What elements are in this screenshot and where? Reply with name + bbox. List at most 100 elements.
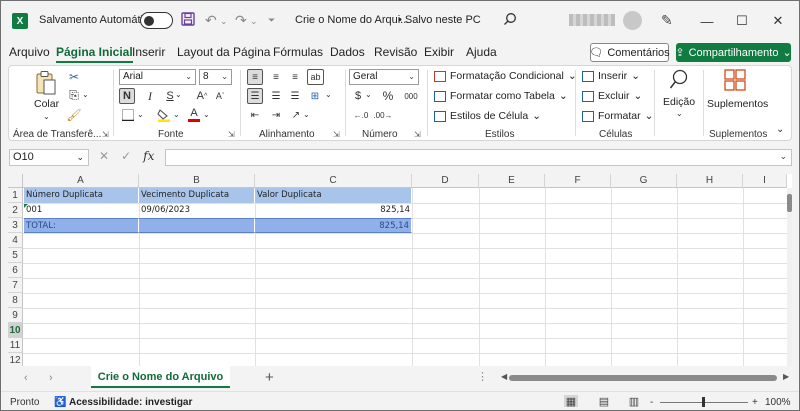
cell-c2[interactable]: 825,14 bbox=[255, 203, 412, 218]
add-sheet-button[interactable]: + bbox=[265, 369, 274, 386]
vertical-scroll-thumb[interactable] bbox=[787, 194, 792, 212]
more-options-icon[interactable]: ⋮ bbox=[477, 370, 488, 383]
number-launcher-icon[interactable]: ⇲ bbox=[414, 130, 421, 139]
expand-formula-icon[interactable]: ⌄ bbox=[779, 151, 787, 162]
paste-label[interactable]: Colar bbox=[34, 98, 59, 110]
zoom-in-button[interactable]: + bbox=[752, 397, 758, 408]
currency-dropdown-icon[interactable]: ⌄ bbox=[365, 90, 372, 99]
column-header-e[interactable]: E bbox=[479, 174, 545, 188]
tab-layout[interactable]: Layout da Página bbox=[177, 45, 270, 59]
row-header[interactable]: 2 bbox=[8, 203, 23, 218]
bold-button[interactable]: N bbox=[119, 88, 135, 104]
cell-b3[interactable] bbox=[139, 218, 255, 233]
autosave-toggle[interactable] bbox=[140, 12, 173, 29]
row-header[interactable]: 1 bbox=[8, 188, 23, 203]
fill-color-icon[interactable] bbox=[157, 108, 171, 122]
copy-icon[interactable]: ⎘ bbox=[67, 88, 81, 102]
column-header-b[interactable]: B bbox=[139, 174, 255, 188]
enter-icon[interactable]: ✓ bbox=[121, 149, 131, 163]
copy-dropdown-icon[interactable]: ⌄ bbox=[82, 90, 89, 99]
cell-a1[interactable]: Número Duplicata bbox=[24, 188, 139, 203]
font-color-dropdown-icon[interactable]: ⌄ bbox=[203, 110, 210, 119]
column-header-c[interactable]: C bbox=[255, 174, 412, 188]
row-header[interactable]: 5 bbox=[8, 248, 23, 263]
row-header[interactable]: 8 bbox=[8, 293, 23, 308]
addins-label[interactable]: Suplementos bbox=[707, 98, 768, 110]
zoom-out-button[interactable]: - bbox=[650, 397, 653, 408]
font-color-icon[interactable]: A bbox=[187, 107, 201, 122]
row-header[interactable]: 3 bbox=[8, 218, 23, 233]
cancel-icon[interactable]: ✕ bbox=[99, 149, 109, 163]
orientation-dropdown-icon[interactable]: ⌄ bbox=[303, 110, 310, 119]
cell-b2[interactable]: 09/06/2023 bbox=[139, 203, 255, 218]
align-left-icon[interactable]: ☰ bbox=[247, 88, 263, 104]
collapse-ribbon-icon[interactable]: ⌄ bbox=[776, 124, 784, 135]
row-header[interactable]: 11 bbox=[8, 338, 23, 353]
select-all-corner[interactable] bbox=[8, 174, 23, 188]
cell-a3[interactable]: TOTAL: bbox=[24, 218, 139, 233]
align-bottom-icon[interactable]: ≡ bbox=[287, 69, 303, 85]
tab-inserir[interactable]: Inserir bbox=[132, 45, 165, 59]
editing-label[interactable]: Edição bbox=[663, 96, 695, 108]
underline-dropdown-icon[interactable]: ⌄ bbox=[175, 90, 182, 99]
format-cells-button[interactable]: Formatar ⌄ bbox=[582, 110, 653, 122]
tab-arquivo[interactable]: Arquivo bbox=[9, 45, 50, 59]
tab-ajuda[interactable]: Ajuda bbox=[466, 45, 497, 59]
search-icon[interactable] bbox=[503, 12, 517, 26]
cell-c3[interactable]: 825,14 bbox=[255, 218, 412, 233]
save-icon[interactable] bbox=[181, 12, 195, 26]
increase-indent-icon[interactable]: ⇥ bbox=[268, 107, 284, 123]
accessibility-icon[interactable]: ♿ bbox=[54, 397, 66, 408]
percent-icon[interactable]: % bbox=[381, 88, 395, 104]
undo-dropdown-icon[interactable]: ⌄ bbox=[220, 16, 228, 27]
cut-icon[interactable]: ✂ bbox=[67, 70, 81, 84]
zoom-slider-thumb[interactable] bbox=[702, 397, 705, 407]
borders-dropdown-icon[interactable]: ⌄ bbox=[137, 110, 144, 119]
merge-dropdown-icon[interactable]: ⌄ bbox=[325, 90, 332, 99]
grow-font-button[interactable]: A ^ bbox=[195, 88, 209, 104]
undo-icon[interactable]: ↶ bbox=[205, 12, 217, 29]
font-name-select[interactable]: Arial ⌄ bbox=[119, 69, 196, 85]
sheet-tab-active[interactable]: Crie o Nome do Arquivo bbox=[91, 366, 230, 388]
cell-c1[interactable]: Valor Duplicata bbox=[255, 188, 412, 203]
addins-icon[interactable] bbox=[724, 69, 746, 91]
page-break-view-icon[interactable]: ▥ bbox=[627, 395, 641, 408]
pen-icon[interactable]: ✎ bbox=[661, 12, 673, 29]
maximize-button[interactable]: ☐ bbox=[726, 11, 758, 31]
column-header-a[interactable]: A bbox=[23, 174, 139, 188]
share-button[interactable]: ⇪ Compartilhamento ⌄ bbox=[675, 43, 792, 62]
format-as-table-button[interactable]: Formatar como Tabela ⌄ bbox=[434, 90, 568, 102]
column-header-d[interactable]: D bbox=[412, 174, 479, 188]
delete-cells-button[interactable]: Excluir ⌄ bbox=[582, 90, 642, 102]
comments-button[interactable]: 🗨 Comentários bbox=[589, 43, 670, 62]
next-sheet-icon[interactable]: › bbox=[49, 372, 53, 384]
vertical-scrollbar[interactable] bbox=[787, 188, 792, 366]
align-middle-icon[interactable]: ≡ bbox=[268, 69, 284, 85]
row-header-selected[interactable]: 10 bbox=[8, 323, 23, 338]
clipboard-launcher-icon[interactable]: ⇲ bbox=[102, 130, 109, 139]
wrap-text-icon[interactable]: ab bbox=[307, 69, 324, 85]
tab-formulas[interactable]: Fórmulas bbox=[273, 45, 323, 59]
thousands-separator-icon[interactable]: 000 bbox=[403, 88, 419, 104]
align-top-icon[interactable]: ≡ bbox=[247, 69, 263, 85]
column-header-g[interactable]: G bbox=[611, 174, 677, 188]
font-launcher-icon[interactable]: ⇲ bbox=[228, 130, 235, 139]
worksheet-grid[interactable]: A B C D E F G H I 1 2 3 4 5 6 7 8 9 10 1… bbox=[8, 174, 792, 366]
minimize-button[interactable]: — bbox=[691, 11, 723, 31]
zoom-level[interactable]: 100% bbox=[765, 397, 791, 408]
column-header-i[interactable]: I bbox=[743, 174, 787, 188]
alignment-launcher-icon[interactable]: ⇲ bbox=[333, 130, 340, 139]
tab-exibir[interactable]: Exibir bbox=[424, 45, 454, 59]
merge-center-icon[interactable]: ⊞ bbox=[307, 88, 323, 104]
align-center-icon[interactable]: ☰ bbox=[268, 88, 284, 104]
avatar[interactable] bbox=[623, 11, 642, 30]
orientation-icon[interactable]: ↗ bbox=[288, 107, 304, 123]
row-header[interactable]: 9 bbox=[8, 308, 23, 323]
normal-view-icon[interactable]: ▦ bbox=[564, 395, 578, 408]
page-layout-view-icon[interactable]: ▤ bbox=[597, 395, 611, 408]
insert-cells-button[interactable]: Inserir ⌄ bbox=[582, 70, 640, 82]
cell-a2[interactable]: 001 bbox=[24, 203, 139, 218]
row-header[interactable]: 6 bbox=[8, 263, 23, 278]
format-painter-icon[interactable]: 🖌 bbox=[66, 108, 81, 122]
tab-pagina-inicial[interactable]: Página Inicial bbox=[56, 45, 133, 63]
